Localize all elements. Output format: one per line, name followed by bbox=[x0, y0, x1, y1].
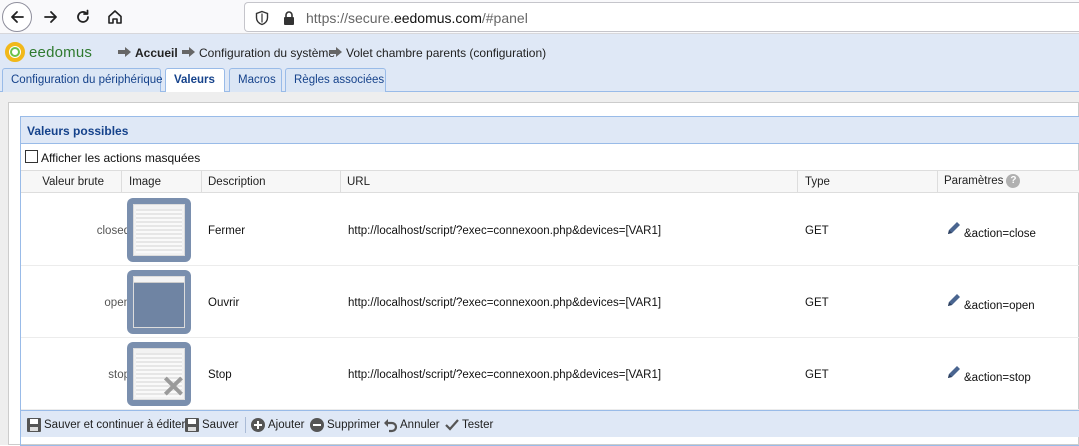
table-header: Valeur brute Image Description URL Type … bbox=[21, 170, 1079, 193]
undo-icon bbox=[384, 419, 398, 433]
tab-macros[interactable]: Macros bbox=[229, 68, 282, 92]
test-label: Tester bbox=[462, 419, 494, 431]
cancel-button[interactable]: Annuler bbox=[382, 417, 440, 433]
description: Stop bbox=[208, 369, 232, 381]
save-label: Sauver bbox=[202, 419, 239, 431]
address-bar[interactable]: https://secure.eedomus.com/#panel bbox=[244, 2, 1079, 32]
tab-rules[interactable]: Règles associées bbox=[285, 68, 386, 92]
back-button[interactable] bbox=[2, 2, 32, 32]
url: http://localhost/script/?exec=connexoon.… bbox=[348, 225, 662, 237]
breadcrumb-system-config[interactable]: Configuration du système bbox=[199, 46, 335, 60]
eedomus-logo-icon bbox=[5, 42, 25, 62]
floppy-disk-icon bbox=[27, 418, 41, 432]
delete-button[interactable]: Supprimer bbox=[309, 417, 380, 433]
add-label: Ajouter bbox=[268, 419, 305, 431]
lock-icon[interactable] bbox=[282, 10, 296, 26]
breadcrumb-arrow-icon bbox=[118, 47, 132, 57]
column-header-type[interactable]: Type bbox=[798, 171, 938, 193]
arrow-left-icon bbox=[11, 11, 24, 23]
action-toolbar: Sauver et continuer à éditer Sauver Ajou… bbox=[21, 410, 1079, 437]
arrow-right-icon bbox=[44, 11, 57, 23]
edit-pencil-icon[interactable] bbox=[946, 364, 962, 380]
stop-x-icon: ✕ bbox=[160, 371, 186, 404]
save-continue-button[interactable]: Sauver et continuer à éditer bbox=[26, 417, 185, 433]
tab-bar: Configuration du périphérique Valeurs Ma… bbox=[0, 68, 1079, 93]
table-row[interactable]: open Ouvrir http://localhost/script/?exe… bbox=[21, 266, 1079, 338]
app-header: eedomus Accueil Configuration du système… bbox=[0, 34, 1079, 68]
description: Ouvrir bbox=[208, 297, 240, 309]
url: http://localhost/script/?exec=connexoon.… bbox=[348, 369, 662, 381]
save-continue-label: Sauver et continuer à éditer bbox=[44, 419, 186, 431]
values-fieldset: Valeurs possibles Afficher les actions m… bbox=[20, 116, 1079, 446]
breadcrumb-arrow-icon bbox=[329, 47, 343, 57]
test-button[interactable]: Tester bbox=[444, 417, 493, 433]
minus-circle-icon bbox=[310, 418, 324, 432]
params-header-label: Paramètres bbox=[944, 175, 1004, 188]
forward-button[interactable] bbox=[36, 2, 66, 32]
save-button[interactable]: Sauver bbox=[184, 417, 238, 433]
values-panel: Valeurs possibles Afficher les actions m… bbox=[8, 102, 1079, 446]
breadcrumb-home[interactable]: Accueil bbox=[135, 46, 178, 60]
section-title: Valeurs possibles bbox=[21, 117, 1079, 144]
column-header-description[interactable]: Description bbox=[202, 171, 341, 193]
column-header-raw[interactable]: Valeur brute bbox=[21, 171, 122, 193]
help-icon[interactable]: ? bbox=[1006, 174, 1021, 188]
url-text: https://secure.eedomus.com/#panel bbox=[306, 10, 528, 26]
content-area: Valeurs possibles Afficher les actions m… bbox=[0, 92, 1079, 446]
toolbar-divider bbox=[245, 417, 246, 433]
shutter-stop-icon[interactable]: ✕ bbox=[127, 342, 191, 406]
edit-pencil-icon[interactable] bbox=[946, 292, 962, 308]
tab-values[interactable]: Valeurs bbox=[165, 68, 225, 93]
type: GET bbox=[805, 297, 829, 309]
delete-label: Supprimer bbox=[327, 419, 381, 431]
plus-circle-icon bbox=[251, 418, 265, 432]
params: &action=close bbox=[964, 228, 1036, 240]
type: GET bbox=[805, 369, 829, 381]
show-hidden-actions-row: Afficher les actions masquées bbox=[21, 145, 1079, 170]
browser-toolbar: https://secure.eedomus.com/#panel bbox=[0, 0, 1079, 34]
params: &action=open bbox=[964, 300, 1035, 312]
floppy-disk-icon bbox=[185, 418, 199, 432]
checkmark-icon bbox=[445, 419, 459, 431]
show-hidden-actions-label[interactable]: Afficher les actions masquées bbox=[41, 151, 200, 165]
raw-value: closed bbox=[96, 225, 130, 237]
home-icon bbox=[108, 10, 122, 24]
breadcrumb-device: Volet chambre parents (configuration) bbox=[346, 46, 547, 60]
shutter-closed-icon[interactable] bbox=[127, 198, 191, 262]
tab-device-config[interactable]: Configuration du périphérique bbox=[2, 68, 163, 92]
cancel-label: Annuler bbox=[400, 419, 440, 431]
shield-icon[interactable] bbox=[254, 10, 270, 26]
description: Fermer bbox=[208, 225, 246, 237]
table-row[interactable]: closed Fermer http://localhost/script/?e… bbox=[21, 194, 1079, 266]
show-hidden-actions-checkbox[interactable] bbox=[25, 150, 38, 163]
table-row[interactable]: stop ✕ Stop http://localhost/script/?exe… bbox=[21, 338, 1079, 410]
reload-icon bbox=[77, 9, 89, 23]
logo-text: eedomus bbox=[29, 44, 93, 61]
edit-pencil-icon[interactable] bbox=[946, 220, 962, 236]
shutter-open-icon[interactable] bbox=[127, 270, 191, 334]
add-button[interactable]: Ajouter bbox=[250, 417, 304, 433]
column-header-image[interactable]: Image bbox=[122, 171, 202, 193]
type: GET bbox=[805, 225, 829, 237]
column-header-url[interactable]: URL bbox=[341, 171, 798, 193]
breadcrumb-arrow-icon bbox=[182, 47, 196, 57]
column-header-params[interactable]: Paramètres? bbox=[938, 171, 1079, 193]
reload-button[interactable] bbox=[68, 2, 98, 32]
url: http://localhost/script/?exec=connexoon.… bbox=[348, 297, 662, 309]
home-button[interactable] bbox=[100, 2, 130, 32]
params: &action=stop bbox=[964, 372, 1031, 384]
